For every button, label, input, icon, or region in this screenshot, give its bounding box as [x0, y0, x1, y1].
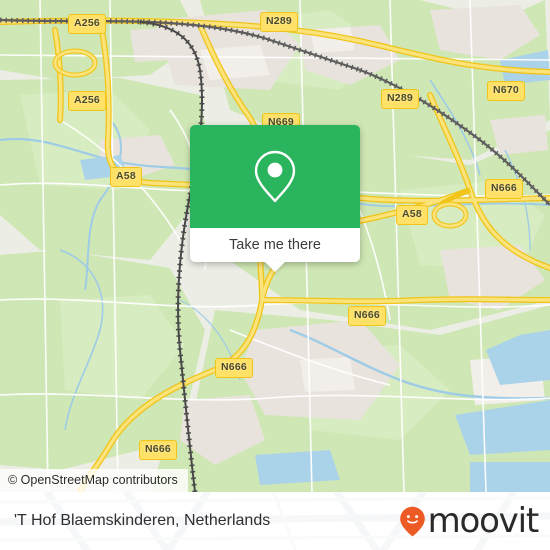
road-shield: N666 — [485, 179, 523, 199]
road-shield: A58 — [110, 167, 142, 187]
map-pin-icon — [254, 150, 296, 203]
location-popup-card[interactable]: Take me there — [190, 125, 360, 272]
road-shield: N666 — [348, 306, 386, 326]
moovit-wordmark: moovit — [427, 501, 540, 541]
popup-icon-area — [190, 125, 360, 228]
road-shield: N666 — [139, 440, 177, 460]
road-shield: A58 — [396, 205, 428, 225]
road-shield: N289 — [381, 89, 419, 109]
take-me-there-label: Take me there — [229, 237, 321, 253]
map-attribution[interactable]: © OpenStreetMap contributors — [0, 469, 188, 492]
moovit-smiling-pin-icon — [399, 506, 425, 536]
moovit-location-card: A256 N289 A256 N289 N670 N669 A58 N666 A… — [0, 0, 550, 550]
road-shield: N670 — [487, 81, 525, 101]
footer-bar: 'T Hof Blaemskinderen, Netherlands moovi… — [0, 492, 550, 550]
take-me-there-button[interactable]: Take me there — [190, 228, 360, 272]
road-shield: N289 — [260, 12, 298, 32]
moovit-logo[interactable]: moovit — [399, 501, 540, 541]
road-shield: A256 — [68, 14, 106, 34]
location-title: 'T Hof Blaemskinderen, Netherlands — [14, 512, 271, 529]
popup-pointer-notch — [264, 261, 286, 272]
road-shield: A256 — [68, 91, 106, 111]
road-shield: N666 — [215, 358, 253, 378]
